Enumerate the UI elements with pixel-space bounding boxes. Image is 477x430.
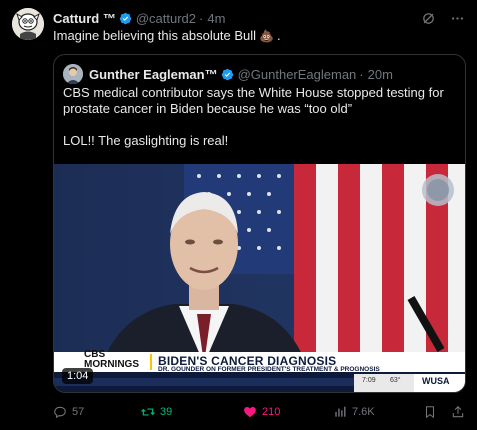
header-actions: [421, 11, 465, 26]
heart-icon: [244, 407, 256, 418]
views-icon: [335, 406, 346, 417]
quoted-post[interactable]: Gunther Eagleman™ @GuntherEagleman · 20m…: [53, 54, 466, 393]
repost-button[interactable]: 39: [141, 405, 243, 419]
views-button[interactable]: 7.6K: [333, 405, 413, 419]
post-text-end: .: [277, 28, 281, 43]
quoted-separator-dot: ·: [359, 66, 364, 82]
cbs-logo-bottom: MORNINGS: [84, 359, 139, 370]
quoted-author-avatar: [63, 64, 83, 84]
video-subheadline: DR. GOUNDER ON FORMER PRESIDENT'S TREATM…: [158, 366, 380, 373]
more-options-icon[interactable]: [450, 11, 465, 26]
poop-emoji: 💩: [259, 28, 275, 43]
quoted-author-name: Gunther Eagleman™: [89, 66, 218, 82]
secondary-actions: [423, 405, 465, 419]
like-button[interactable]: 210: [243, 405, 333, 419]
repost-icon: [141, 408, 155, 416]
verified-badge-icon: [119, 12, 132, 24]
post-header: Catturd ™ @catturd2 · 4m: [53, 9, 465, 27]
quoted-post-time: 20m: [367, 66, 393, 82]
grok-icon[interactable]: [421, 11, 436, 26]
video-duration: 1:04: [62, 368, 94, 384]
quoted-author-handle: @GuntherEagleman: [237, 66, 357, 82]
quoted-post-header: Gunther Eagleman™ @GuntherEagleman · 20m: [63, 64, 456, 84]
reply-count: 57: [72, 406, 85, 418]
post-text: Imagine believing this absolute Bull 💩 .: [53, 28, 281, 43]
repost-count: 39: [160, 406, 173, 418]
quoted-text-line-1: CBS medical contributor says the White H…: [63, 85, 444, 116]
reply-icon: [54, 406, 66, 419]
reply-button[interactable]: 57: [53, 405, 141, 419]
author-avatar[interactable]: [12, 8, 44, 40]
quoted-post-text: CBS medical contributor says the White H…: [63, 85, 451, 149]
share-icon[interactable]: [451, 405, 465, 419]
quoted-text-line-2: LOL!! The gaslighting is real!: [63, 133, 229, 148]
bookmark-icon[interactable]: [423, 405, 437, 419]
ticker-time: 7:09: [362, 377, 376, 384]
views-count: 7.6K: [352, 406, 375, 418]
post-text-body: Imagine believing this absolute Bull: [53, 28, 257, 43]
author-name[interactable]: Catturd ™: [53, 11, 116, 26]
action-bar: 57 39 210 7.6K: [53, 403, 465, 421]
separator-dot: ·: [199, 10, 204, 26]
station-logo: WUSA: [422, 376, 450, 386]
quoted-verified-badge-icon: [221, 68, 233, 80]
post-time[interactable]: 4m: [207, 11, 225, 26]
author-handle[interactable]: @catturd2: [136, 11, 196, 26]
cbs-logo: CBS MORNINGS: [84, 350, 139, 370]
like-count: 210: [262, 406, 281, 418]
video-player[interactable]: CBS MORNINGS BIDEN'S CANCER DIAGNOSIS DR…: [54, 164, 465, 392]
ticker-temp: 63°: [390, 377, 401, 384]
